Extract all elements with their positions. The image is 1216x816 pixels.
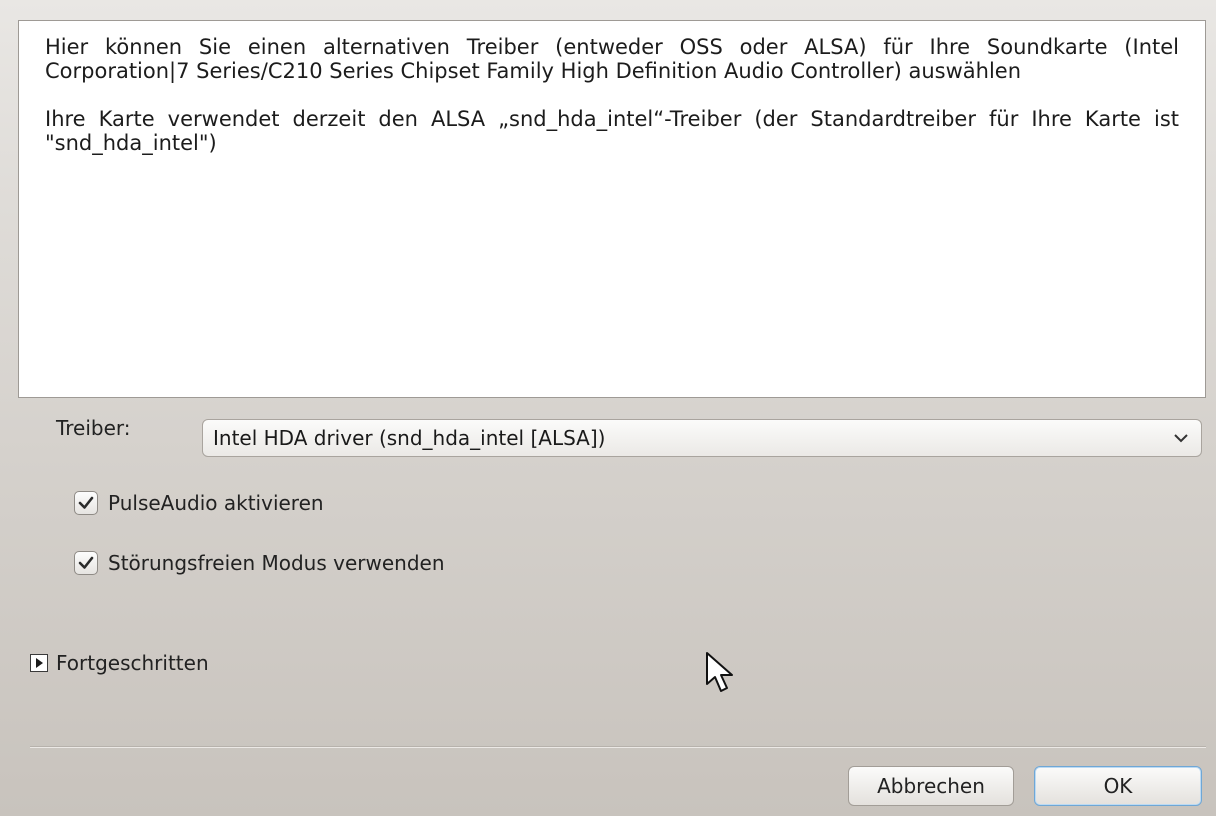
glitchfree-checkbox-row[interactable]: Störungsfreien Modus verwenden <box>74 548 445 578</box>
driver-select-value: Intel HDA driver (snd_hda_intel [ALSA]) <box>213 426 606 450</box>
pulseaudio-label: PulseAudio aktivieren <box>108 491 324 515</box>
sound-driver-dialog: Hier können Sie einen alternativen Treib… <box>0 0 1216 816</box>
info-text-area: Hier können Sie einen alternativen Treib… <box>18 20 1206 398</box>
info-paragraph-current-driver: Ihre Karte verwendet derzeit den ALSA „s… <box>45 107 1179 155</box>
checkmark-icon <box>78 556 94 569</box>
glitchfree-checkbox[interactable] <box>74 551 98 575</box>
pulseaudio-checkbox-row[interactable]: PulseAudio aktivieren <box>74 488 324 518</box>
chevron-down-icon <box>1173 420 1189 456</box>
driver-label: Treiber: <box>56 416 131 440</box>
checkmark-icon <box>78 496 94 509</box>
advanced-expander[interactable]: Fortgeschritten <box>30 648 209 678</box>
mouse-pointer-icon <box>706 652 733 692</box>
advanced-label: Fortgeschritten <box>56 651 209 675</box>
cancel-button[interactable]: Abbrechen <box>848 766 1014 806</box>
expander-arrow-icon <box>30 654 48 672</box>
info-paragraph-alternative-driver: Hier können Sie einen alternativen Treib… <box>45 35 1179 83</box>
pulseaudio-checkbox[interactable] <box>74 491 98 515</box>
driver-row: Treiber: Intel HDA driver (snd_hda_intel… <box>0 412 1216 464</box>
separator <box>30 746 1206 748</box>
ok-button[interactable]: OK <box>1034 766 1202 806</box>
glitchfree-label: Störungsfreien Modus verwenden <box>108 551 445 575</box>
driver-select[interactable]: Intel HDA driver (snd_hda_intel [ALSA]) <box>202 419 1202 457</box>
